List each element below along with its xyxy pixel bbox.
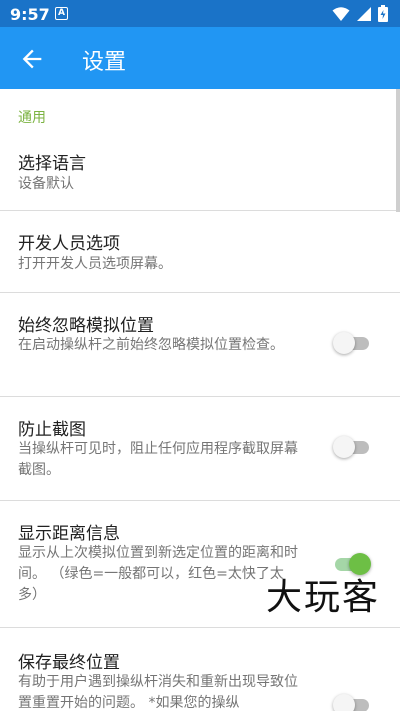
pref-save-final-location[interactable]: 保存最终位置 有助于用户遇到操纵杆消失和重新出现导致位置重置开始的问题。 *如果… xyxy=(0,628,400,711)
pref-summary: 设备默认 xyxy=(18,176,74,192)
ignore-mock-location-toggle[interactable] xyxy=(333,330,371,356)
pref-title: 防止截图 xyxy=(18,420,86,440)
status-bar: 9:57 A xyxy=(0,0,400,27)
pref-title: 开发人员选项 xyxy=(18,234,120,254)
pref-summary: 当操纵杆可见时，阻止任何应用程序截取屏幕截图。 xyxy=(18,441,298,478)
pref-language[interactable]: 选择语言 设备默认 xyxy=(0,134,400,210)
signal-icon xyxy=(357,6,371,21)
pref-title: 始终忽略模拟位置 xyxy=(18,316,154,336)
wifi-icon xyxy=(332,6,350,21)
pref-summary: 显示从上次模拟位置到新选定位置的距离和时间。 （绿色=一般都可以，红色=太快了太… xyxy=(18,545,298,603)
pref-title: 保存最终位置 xyxy=(18,653,120,673)
pref-summary: 在启动操纵杆之前始终忽略模拟位置检查。 xyxy=(18,337,284,353)
section-title-general: 通用 xyxy=(18,110,46,126)
switch-thumb xyxy=(333,694,355,711)
watermark-logo: 大玩客 xyxy=(266,577,381,618)
arrow-back-icon xyxy=(22,49,42,69)
pref-ignore-mock-location[interactable]: 始终忽略模拟位置 在启动操纵杆之前始终忽略模拟位置检查。 xyxy=(0,293,400,396)
battery-icon xyxy=(378,5,388,22)
notification-icon: A xyxy=(55,7,68,20)
switch-thumb xyxy=(333,436,355,458)
scrollbar[interactable] xyxy=(396,89,400,212)
prevent-screenshot-toggle[interactable] xyxy=(333,434,371,460)
back-button[interactable] xyxy=(18,45,46,73)
pref-summary: 打开开发人员选项屏幕。 xyxy=(18,256,172,272)
pref-title: 显示距离信息 xyxy=(18,524,120,544)
status-icons xyxy=(332,5,388,22)
pref-title: 选择语言 xyxy=(18,154,86,174)
pref-prevent-screenshot[interactable]: 防止截图 当操纵杆可见时，阻止任何应用程序截取屏幕截图。 xyxy=(0,397,400,500)
page-title: 设置 xyxy=(82,50,127,75)
switch-thumb xyxy=(333,332,355,354)
save-final-location-toggle[interactable] xyxy=(333,692,371,711)
status-time: 9:57 xyxy=(10,5,50,24)
pref-developer-options[interactable]: 开发人员选项 打开开发人员选项屏幕。 xyxy=(0,211,400,292)
app-bar: 设置 xyxy=(0,27,400,89)
pref-summary: 有助于用户遇到操纵杆消失和重新出现导致位置重置开始的问题。 *如果您的操纵 xyxy=(18,674,298,711)
